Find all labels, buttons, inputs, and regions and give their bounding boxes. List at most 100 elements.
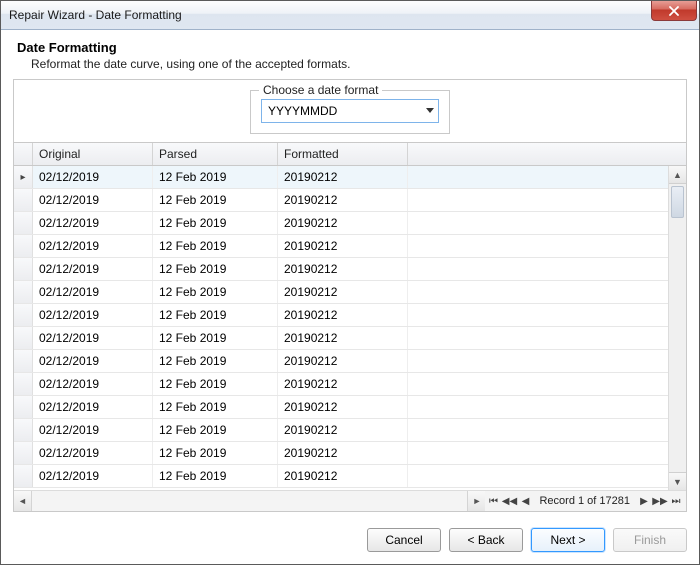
wizard-footer: Cancel < Back Next > Finish <box>1 520 699 564</box>
row-indicator <box>14 281 33 303</box>
cell-spacer <box>408 189 669 211</box>
nav-next-button[interactable]: ▶ <box>636 496 652 507</box>
table-row[interactable]: 02/12/201912 Feb 201920190212 <box>14 281 669 304</box>
cell-original: 02/12/2019 <box>33 465 153 487</box>
cell-original: 02/12/2019 <box>33 373 153 395</box>
scroll-up-button[interactable]: ▲ <box>669 166 686 184</box>
table-row[interactable]: 02/12/201912 Feb 201920190212 <box>14 396 669 419</box>
table-row[interactable]: 02/12/201912 Feb 201920190212 <box>14 258 669 281</box>
table-row[interactable]: 02/12/201912 Feb 201920190212 <box>14 350 669 373</box>
column-header-original[interactable]: Original <box>33 143 153 165</box>
scroll-thumb[interactable] <box>671 186 684 218</box>
window-title: Repair Wizard - Date Formatting <box>9 8 651 22</box>
back-button[interactable]: < Back <box>449 528 523 552</box>
date-format-group: Choose a date format YYYYMMDD <box>250 90 450 134</box>
cell-original: 02/12/2019 <box>33 419 153 441</box>
cell-formatted: 20190212 <box>278 189 408 211</box>
scroll-track[interactable] <box>669 184 686 472</box>
cell-spacer <box>408 373 669 395</box>
cell-spacer <box>408 304 669 326</box>
cell-parsed: 12 Feb 2019 <box>153 304 278 326</box>
table-row[interactable]: 02/12/201912 Feb 201920190212 <box>14 442 669 465</box>
cell-formatted: 20190212 <box>278 350 408 372</box>
cell-parsed: 12 Feb 2019 <box>153 373 278 395</box>
wizard-header: Date Formatting Reformat the date curve,… <box>1 30 699 79</box>
table-row[interactable]: 02/12/201912 Feb 201920190212 <box>14 373 669 396</box>
cell-parsed: 12 Feb 2019 <box>153 396 278 418</box>
hscroll-right-button[interactable]: ► <box>467 491 485 511</box>
row-indicator <box>14 350 33 372</box>
table-row[interactable]: 02/12/201912 Feb 201920190212 <box>14 189 669 212</box>
vertical-scrollbar[interactable]: ▲ ▼ <box>668 166 686 490</box>
cell-original: 02/12/2019 <box>33 166 153 188</box>
row-indicator <box>14 258 33 280</box>
row-indicator <box>14 212 33 234</box>
nav-record-label: Record 1 of 17281 <box>533 495 636 507</box>
finish-button: Finish <box>613 528 687 552</box>
cell-formatted: 20190212 <box>278 304 408 326</box>
table-row[interactable]: 02/12/201912 Feb 201920190212 <box>14 419 669 442</box>
table-row[interactable]: 02/12/201912 Feb 201920190212 <box>14 212 669 235</box>
chevron-down-icon <box>422 108 438 114</box>
cell-spacer <box>408 327 669 349</box>
close-icon <box>669 6 679 16</box>
date-format-combobox[interactable]: YYYYMMDD <box>261 99 439 123</box>
row-indicator <box>14 419 33 441</box>
close-button[interactable] <box>651 1 697 21</box>
cell-parsed: 12 Feb 2019 <box>153 189 278 211</box>
next-button[interactable]: Next > <box>531 528 605 552</box>
cell-original: 02/12/2019 <box>33 189 153 211</box>
scroll-down-button[interactable]: ▼ <box>669 472 686 490</box>
table-row[interactable]: 02/12/201912 Feb 201920190212 <box>14 327 669 350</box>
cell-spacer <box>408 442 669 464</box>
cell-parsed: 12 Feb 2019 <box>153 419 278 441</box>
row-indicator: ▸ <box>14 166 33 188</box>
cancel-button[interactable]: Cancel <box>367 528 441 552</box>
date-format-value: YYYYMMDD <box>262 104 422 118</box>
cell-parsed: 12 Feb 2019 <box>153 281 278 303</box>
nav-next-page-button[interactable]: ▶▶ <box>652 496 668 507</box>
nav-prev-page-button[interactable]: ◀◀ <box>501 496 517 507</box>
cell-parsed: 12 Feb 2019 <box>153 235 278 257</box>
grid-navigator: ◄ ► ⏮ ◀◀ ◀ Record 1 of 17281 ▶ ▶▶ ⏭ <box>14 490 686 511</box>
cell-spacer <box>408 419 669 441</box>
nav-prev-button[interactable]: ◀ <box>517 496 533 507</box>
page-subtitle: Reformat the date curve, using one of th… <box>31 57 683 71</box>
cell-formatted: 20190212 <box>278 419 408 441</box>
column-header-parsed[interactable]: Parsed <box>153 143 278 165</box>
cell-original: 02/12/2019 <box>33 304 153 326</box>
titlebar: Repair Wizard - Date Formatting <box>1 1 699 30</box>
column-header-spacer <box>408 143 686 165</box>
cell-formatted: 20190212 <box>278 281 408 303</box>
table-row[interactable]: 02/12/201912 Feb 201920190212 <box>14 465 669 488</box>
grid-body: ▸02/12/201912 Feb 20192019021202/12/2019… <box>14 166 686 490</box>
row-indicator <box>14 304 33 326</box>
cell-original: 02/12/2019 <box>33 258 153 280</box>
cell-spacer <box>408 350 669 372</box>
column-header-formatted[interactable]: Formatted <box>278 143 408 165</box>
table-row[interactable]: ▸02/12/201912 Feb 201920190212 <box>14 166 669 189</box>
cell-parsed: 12 Feb 2019 <box>153 465 278 487</box>
cell-parsed: 12 Feb 2019 <box>153 350 278 372</box>
cell-formatted: 20190212 <box>278 166 408 188</box>
table-row[interactable]: 02/12/201912 Feb 201920190212 <box>14 235 669 258</box>
cell-formatted: 20190212 <box>278 373 408 395</box>
cell-original: 02/12/2019 <box>33 442 153 464</box>
hscroll-left-button[interactable]: ◄ <box>14 491 32 511</box>
nav-last-button[interactable]: ⏭ <box>668 496 684 507</box>
cell-spacer <box>408 258 669 280</box>
cell-original: 02/12/2019 <box>33 327 153 349</box>
cell-spacer <box>408 396 669 418</box>
row-indicator <box>14 442 33 464</box>
grid-header-indicator <box>14 143 33 165</box>
cell-formatted: 20190212 <box>278 327 408 349</box>
cell-formatted: 20190212 <box>278 465 408 487</box>
cell-parsed: 12 Feb 2019 <box>153 212 278 234</box>
cell-original: 02/12/2019 <box>33 212 153 234</box>
table-row[interactable]: 02/12/201912 Feb 201920190212 <box>14 304 669 327</box>
nav-first-button[interactable]: ⏮ <box>485 496 501 507</box>
cell-spacer <box>408 166 669 188</box>
row-indicator <box>14 373 33 395</box>
page-title: Date Formatting <box>17 40 683 55</box>
cell-original: 02/12/2019 <box>33 281 153 303</box>
